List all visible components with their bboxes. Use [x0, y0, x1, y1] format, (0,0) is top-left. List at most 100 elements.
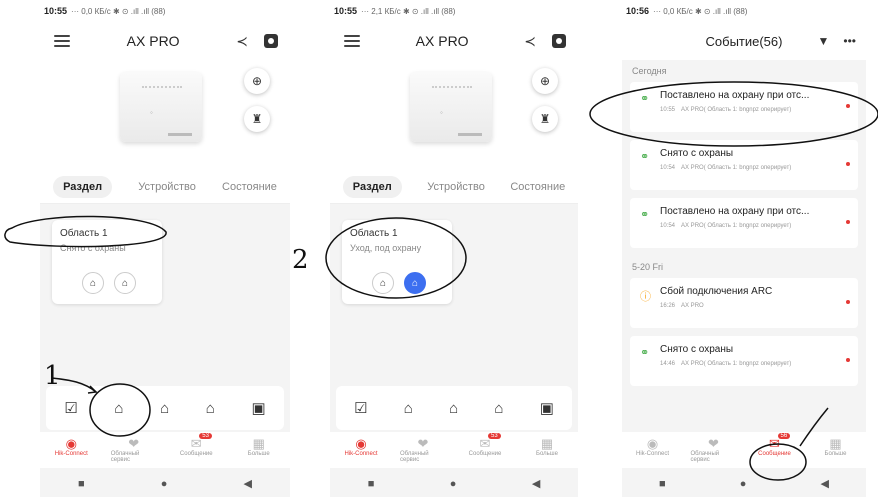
status-time: 10:56: [626, 6, 650, 16]
status-time: 10:55: [334, 6, 358, 16]
unread-dot: [846, 104, 850, 108]
event-time: 10:54: [660, 165, 676, 171]
nav-hik-connect[interactable]: ◉ Hik-Connect: [630, 436, 676, 457]
nav-hik-connect[interactable]: ◉ Hik-Connect: [338, 436, 384, 457]
clear-alarm-icon[interactable]: ▣: [540, 399, 554, 417]
disarm-icon[interactable]: ⌂: [206, 400, 215, 417]
screenshot-collage: 10:55 ··· 0,0 КБ/с ✱ ⊙ .ıll .ıll (88) AX…: [0, 0, 878, 497]
bottom-nav: ◉ Hik-Connect ❤ Облачный сервис ✉ 56 Соо…: [622, 432, 866, 468]
nav-cloud-service[interactable]: ❤ Облачный сервис: [691, 436, 737, 463]
annotation-number-2: 2: [292, 245, 309, 275]
system-nav: ■ ● ◀: [40, 470, 290, 497]
recents-icon[interactable]: ■: [368, 478, 375, 490]
tab-bar: Раздел Устройство Состояние: [40, 170, 290, 204]
system-nav: ■ ● ◀: [330, 470, 578, 497]
phone-screen-3: 10:56 ··· 0,0 КБ/с ✱ ⊙ .ıll .ıll (88) Со…: [622, 0, 866, 497]
checklist-icon[interactable]: ☑: [354, 399, 367, 417]
stay-arm-icon[interactable]: ⌂: [82, 272, 104, 294]
away-arm-icon[interactable]: ⌂: [114, 272, 136, 294]
home-icon[interactable]: ●: [450, 478, 457, 490]
event-time: 14:46: [660, 361, 676, 367]
event-title: Поставлено на охрану при отс...: [660, 206, 810, 217]
nav-more[interactable]: ▦ Больше: [236, 436, 282, 457]
tab-status[interactable]: Состояние: [222, 181, 277, 193]
unread-dot: [846, 220, 850, 224]
zoom-icon[interactable]: ⊕: [532, 68, 558, 94]
settings-icon[interactable]: [551, 34, 566, 48]
event-item[interactable]: ⓘ Сбой подключения ARC 16:26 AX PRO: [630, 278, 858, 328]
away-arm-icon[interactable]: ⌂: [404, 400, 413, 417]
heart-icon: ❤: [417, 436, 429, 451]
stay-arm-icon[interactable]: ⌂: [160, 400, 169, 417]
home-icon[interactable]: ●: [161, 478, 168, 490]
siren-icon[interactable]: ♜: [532, 106, 558, 132]
checklist-icon[interactable]: ☑: [64, 399, 77, 417]
unread-dot: [846, 358, 850, 362]
share-icon[interactable]: ≺: [236, 33, 248, 50]
disarm-icon[interactable]: ⌂: [494, 400, 503, 417]
tab-partition[interactable]: Раздел: [53, 175, 113, 198]
area-card[interactable]: Область 1 Снято с охраны ⌂ ⌂: [52, 220, 162, 304]
phone-screen-1: 10:55 ··· 0,0 КБ/с ✱ ⊙ .ıll .ıll (88) AX…: [40, 0, 290, 497]
arm-event-icon: ⚭: [640, 151, 650, 163]
page-title: AX PRO: [126, 33, 180, 49]
warning-icon: ⓘ: [640, 291, 651, 303]
event-item[interactable]: ⚭ Поставлено на охрану при отс... 10:54 A…: [630, 198, 858, 248]
device-panel: ◦ ⊕ ♜: [330, 60, 578, 170]
stay-arm-icon[interactable]: ⌂: [372, 272, 394, 294]
nav-messages[interactable]: ✉ 56 Сообщение: [752, 433, 798, 457]
back-icon[interactable]: ◀: [820, 477, 828, 490]
bottom-nav: ◉ Hik-Connect ❤ Облачный сервис ✉ 53 Соо…: [330, 432, 578, 468]
event-time: 10:55: [660, 107, 676, 113]
menu-icon[interactable]: [344, 35, 360, 47]
tab-partition[interactable]: Раздел: [342, 175, 402, 198]
away-arm-icon[interactable]: ⌂: [114, 400, 123, 417]
message-badge: 56: [777, 433, 791, 439]
filter-icon[interactable]: ▼: [818, 34, 830, 48]
back-icon[interactable]: ◀: [243, 477, 251, 490]
event-title: Снято с охраны: [660, 148, 734, 159]
hik-connect-icon: ◉: [355, 436, 367, 451]
area-card[interactable]: Область 1 Уход, под охрану ⌂ ⌂: [342, 220, 452, 304]
menu-icon[interactable]: [54, 35, 70, 47]
nav-messages[interactable]: ✉ 53 Сообщение: [173, 433, 219, 457]
event-item[interactable]: ⚭ Поставлено на охрану при отс... 10:55 A…: [630, 82, 858, 132]
nav-cloud-service[interactable]: ❤ Облачный сервис: [111, 436, 157, 463]
stay-arm-icon[interactable]: ⌂: [449, 400, 458, 417]
event-detail: AX PRO( Область 1: bngnpz оперирует): [681, 361, 792, 367]
away-arm-icon[interactable]: ⌂: [404, 272, 426, 294]
nav-more[interactable]: ▦ Больше: [524, 436, 570, 457]
nav-messages[interactable]: ✉ 53 Сообщение: [462, 433, 508, 457]
tab-device[interactable]: Устройство: [427, 181, 485, 193]
event-item[interactable]: ⚭ Снято с охраны 10:54 AX PRO( Область 1:…: [630, 140, 858, 190]
zoom-icon[interactable]: ⊕: [244, 68, 270, 94]
nav-cloud-service[interactable]: ❤ Облачный сервис: [400, 436, 446, 463]
recents-icon[interactable]: ■: [78, 478, 85, 490]
heart-icon: ❤: [128, 436, 140, 451]
back-icon[interactable]: ◀: [532, 477, 540, 490]
grid-icon: ▦: [252, 436, 265, 451]
partition-list: Область 1 Снято с охраны ⌂ ⌂: [40, 204, 290, 394]
tab-status[interactable]: Состояние: [510, 181, 565, 193]
siren-icon[interactable]: ♜: [244, 106, 270, 132]
nav-more[interactable]: ▦ Больше: [813, 436, 859, 457]
event-item[interactable]: ⚭ Снято с охраны 14:46 AX PRO( Область 1:…: [630, 336, 858, 386]
event-detail: AX PRO( Область 1: bngnpz оперирует): [681, 223, 792, 229]
event-time: 10:54: [660, 223, 676, 229]
quick-action-bar: ☑ ⌂ ⌂ ⌂ ▣: [336, 386, 572, 430]
home-icon[interactable]: ●: [740, 478, 747, 490]
nav-hik-connect[interactable]: ◉ Hik-Connect: [48, 436, 94, 457]
settings-icon[interactable]: [263, 34, 278, 48]
hik-connect-icon: ◉: [646, 436, 659, 451]
share-icon[interactable]: ≺: [524, 33, 536, 50]
arm-event-icon: ⚭: [640, 209, 650, 221]
status-icons: ··· 0,0 КБ/с ✱ ⊙ .ıll .ıll (88): [653, 6, 748, 16]
more-icon[interactable]: •••: [843, 34, 856, 48]
recents-icon[interactable]: ■: [659, 478, 666, 490]
tab-device[interactable]: Устройство: [138, 181, 196, 193]
message-badge: 53: [488, 433, 501, 439]
event-detail: AX PRO: [681, 303, 704, 309]
status-bar: 10:55 ··· 0,0 КБ/с ✱ ⊙ .ıll .ıll (88): [40, 0, 290, 22]
status-time: 10:55: [44, 6, 68, 16]
clear-alarm-icon[interactable]: ▣: [251, 399, 265, 417]
